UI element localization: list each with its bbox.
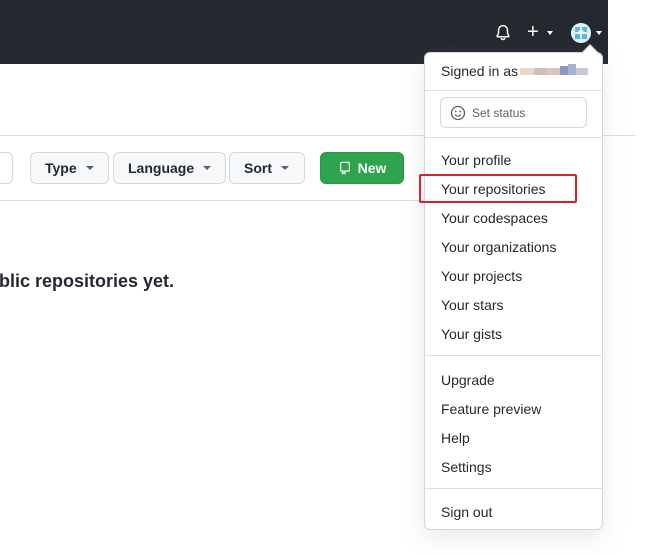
highlight-box xyxy=(419,174,577,203)
search-repositories-input[interactable] xyxy=(0,152,13,184)
bell-icon[interactable] xyxy=(494,24,512,42)
chevron-down-icon xyxy=(85,166,94,170)
language-filter-label: Language xyxy=(128,160,195,176)
divider xyxy=(0,200,424,201)
menu-item-your-codespaces[interactable]: Your codespaces xyxy=(441,210,548,226)
chevron-down-icon[interactable] xyxy=(596,31,602,35)
menu-item-your-profile[interactable]: Your profile xyxy=(441,152,511,168)
menu-item-upgrade[interactable]: Upgrade xyxy=(441,372,495,388)
menu-item-sign-out[interactable]: Sign out xyxy=(441,504,492,520)
signed-in-label: Signed in as xyxy=(441,63,519,79)
repo-icon xyxy=(339,161,350,175)
user-menu-dropdown: Signed in as Set status Your profile You… xyxy=(419,52,603,530)
divider xyxy=(425,90,602,91)
type-filter-button[interactable]: Type xyxy=(30,152,109,184)
menu-item-your-stars[interactable]: Your stars xyxy=(441,297,504,313)
divider xyxy=(425,355,602,356)
menu-item-your-gists[interactable]: Your gists xyxy=(441,326,502,342)
divider xyxy=(425,137,602,138)
dropdown-caret-fill xyxy=(583,45,597,53)
type-filter-label: Type xyxy=(45,160,77,176)
chevron-down-icon xyxy=(281,166,289,170)
chevron-down-icon[interactable] xyxy=(547,31,553,35)
set-status-button[interactable]: Set status xyxy=(440,97,587,128)
divider xyxy=(425,488,602,489)
new-repository-button[interactable]: New xyxy=(320,152,404,184)
menu-item-help[interactable]: Help xyxy=(441,430,470,446)
menu-item-your-organizations[interactable]: Your organizations xyxy=(441,239,556,255)
menu-item-feature-preview[interactable]: Feature preview xyxy=(441,401,541,417)
empty-repositories-message: ublic repositories yet. xyxy=(0,271,175,291)
smiley-icon xyxy=(450,105,466,120)
avatar-icon[interactable] xyxy=(571,23,591,43)
chevron-down-icon xyxy=(203,166,212,170)
plus-icon[interactable]: + xyxy=(527,22,539,42)
menu-item-settings[interactable]: Settings xyxy=(441,459,492,475)
language-filter-button[interactable]: Language xyxy=(113,152,226,184)
sort-button[interactable]: Sort xyxy=(229,152,305,184)
set-status-label: Set status xyxy=(472,105,526,120)
username-redacted xyxy=(520,64,588,75)
menu-item-your-projects[interactable]: Your projects xyxy=(441,268,522,284)
sort-label: Sort xyxy=(244,160,272,176)
new-label: New xyxy=(357,160,387,176)
